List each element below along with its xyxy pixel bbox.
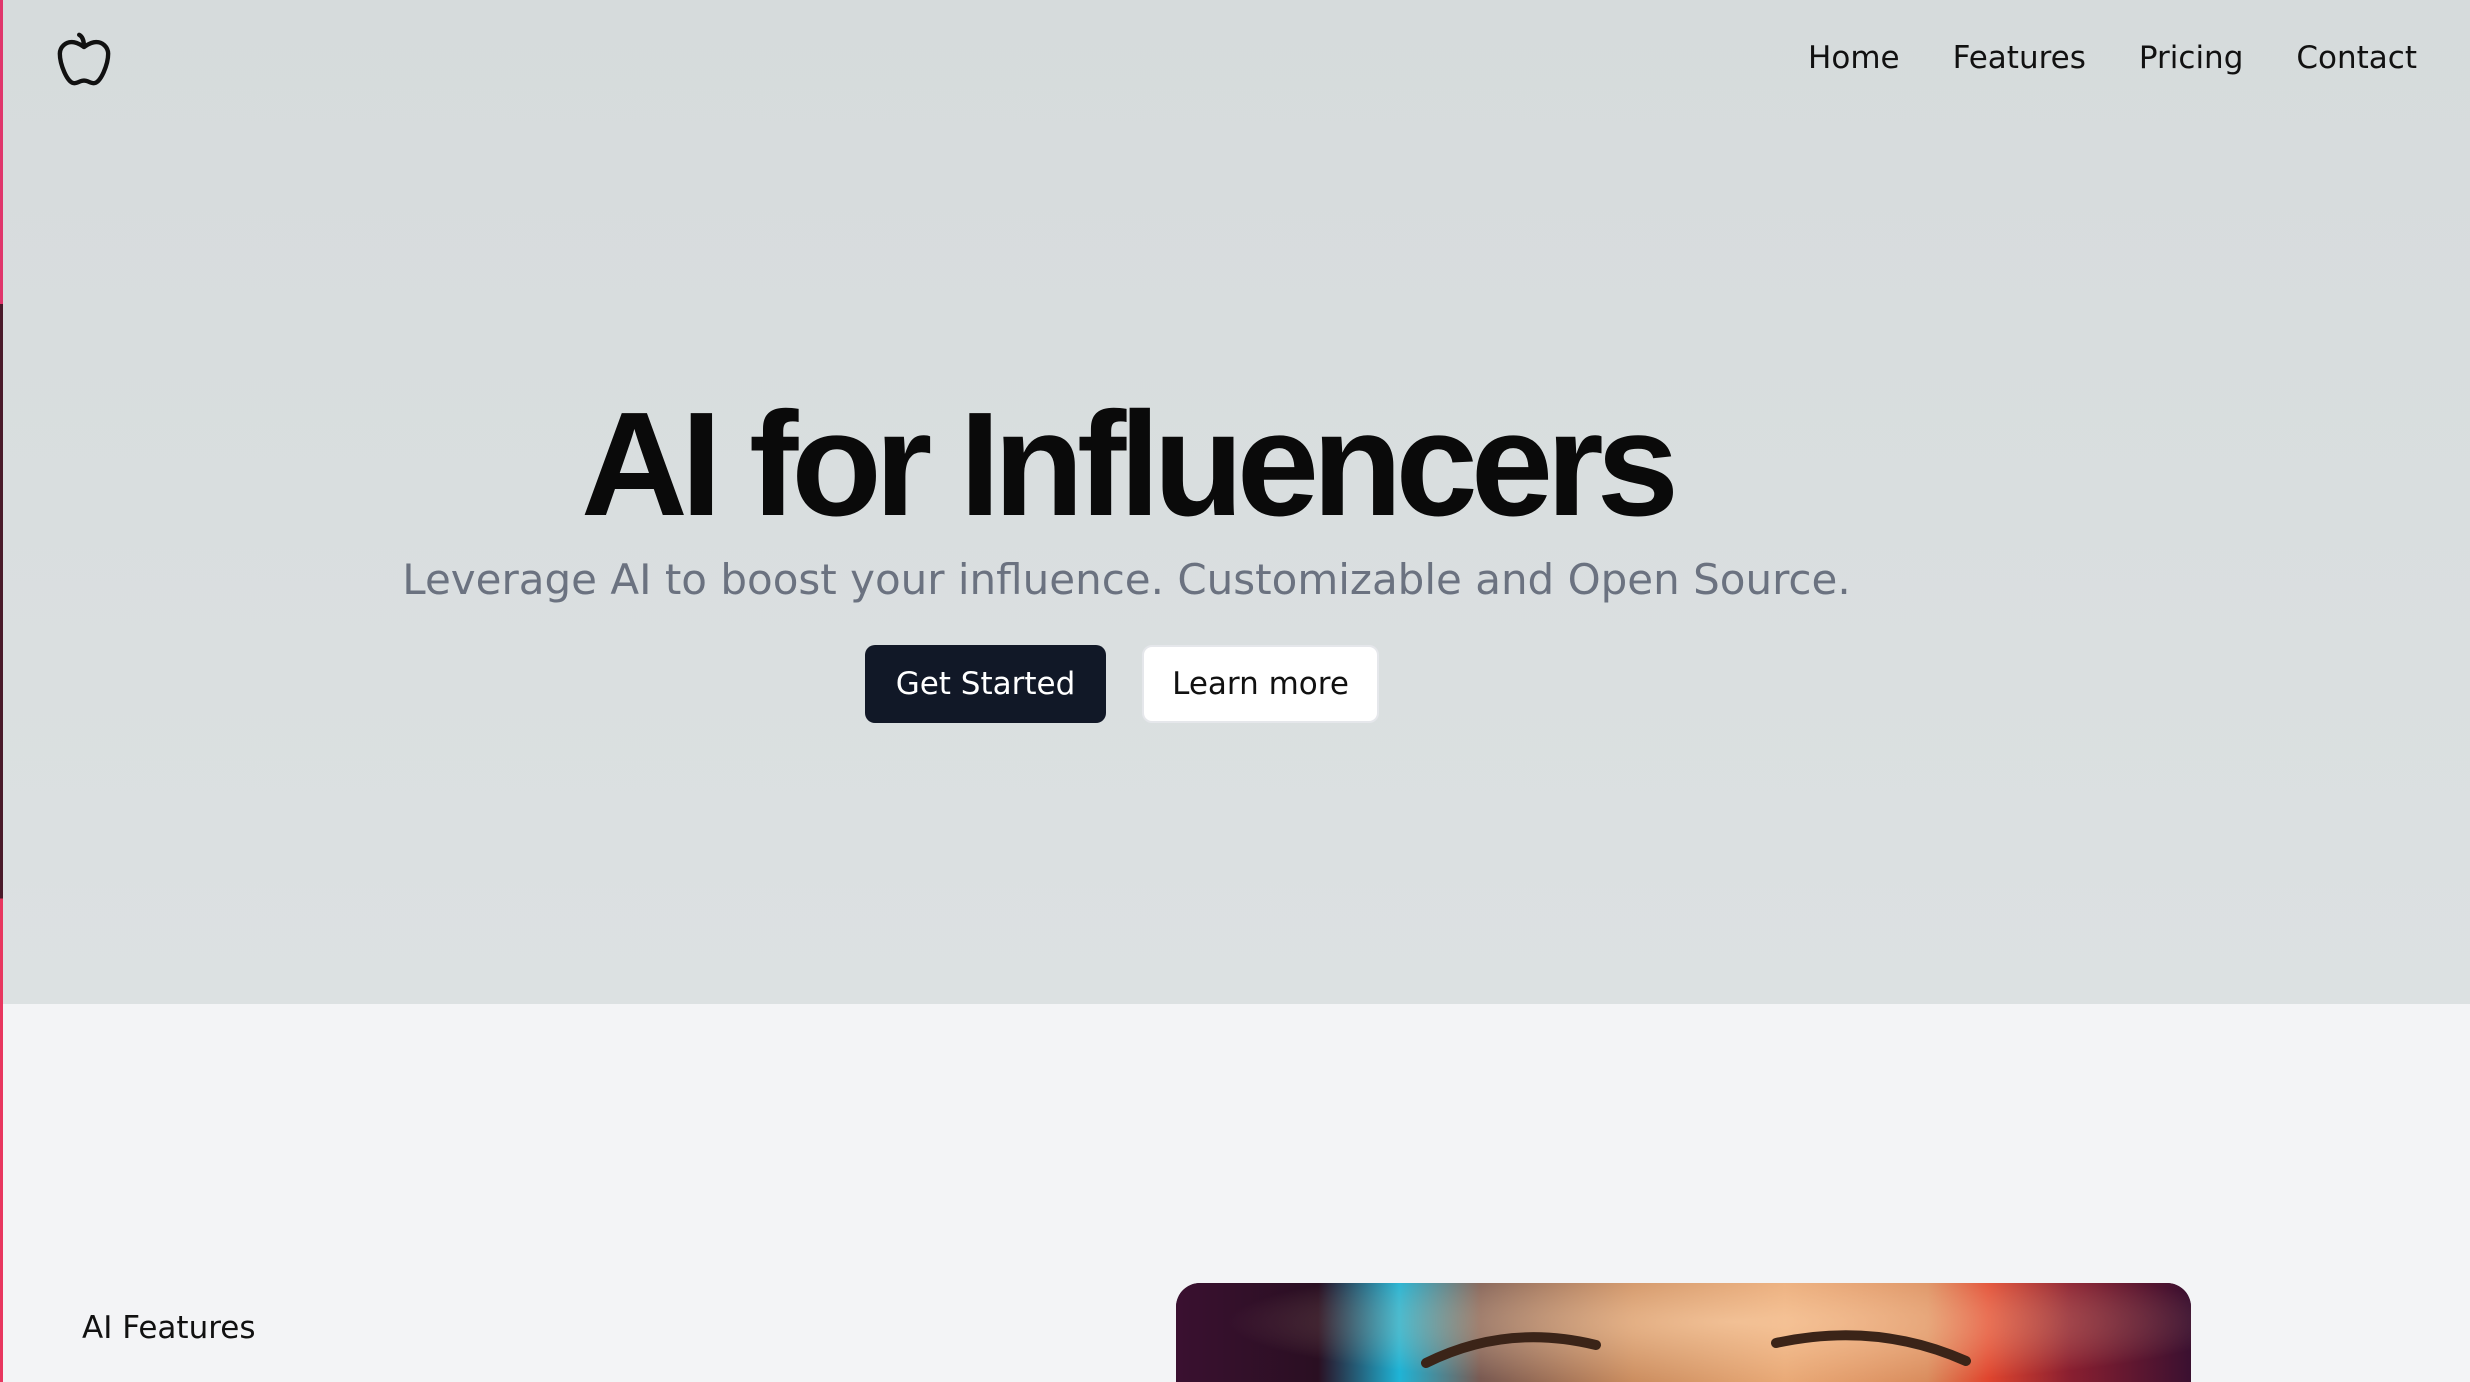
nav-features-link[interactable]: Features xyxy=(1953,34,2086,82)
portrait-artwork xyxy=(1176,1283,2191,1382)
apple-icon[interactable] xyxy=(55,30,113,88)
page: Home Features Pricing Contact AI for Inf… xyxy=(0,0,2470,1382)
features-label: AI Features xyxy=(82,1310,256,1346)
nav-links: Home Features Pricing Contact xyxy=(1808,34,2417,82)
hero-title: AI for Influencers xyxy=(580,382,1679,547)
hero-subtitle: Leverage AI to boost your influence. Cus… xyxy=(402,555,1851,604)
hero-section: Home Features Pricing Contact AI for Inf… xyxy=(3,0,2470,1004)
navbar: Home Features Pricing Contact xyxy=(3,0,2470,120)
nav-home-link[interactable]: Home xyxy=(1808,34,1900,82)
learn-more-button[interactable]: Learn more xyxy=(1142,645,1379,723)
cta-buttons: Get Started Learn more xyxy=(865,645,1379,723)
nav-pricing-link[interactable]: Pricing xyxy=(2139,34,2244,82)
nav-contact-link[interactable]: Contact xyxy=(2296,34,2417,82)
feature-portrait-image xyxy=(1176,1283,2191,1382)
get-started-button[interactable]: Get Started xyxy=(865,645,1106,723)
